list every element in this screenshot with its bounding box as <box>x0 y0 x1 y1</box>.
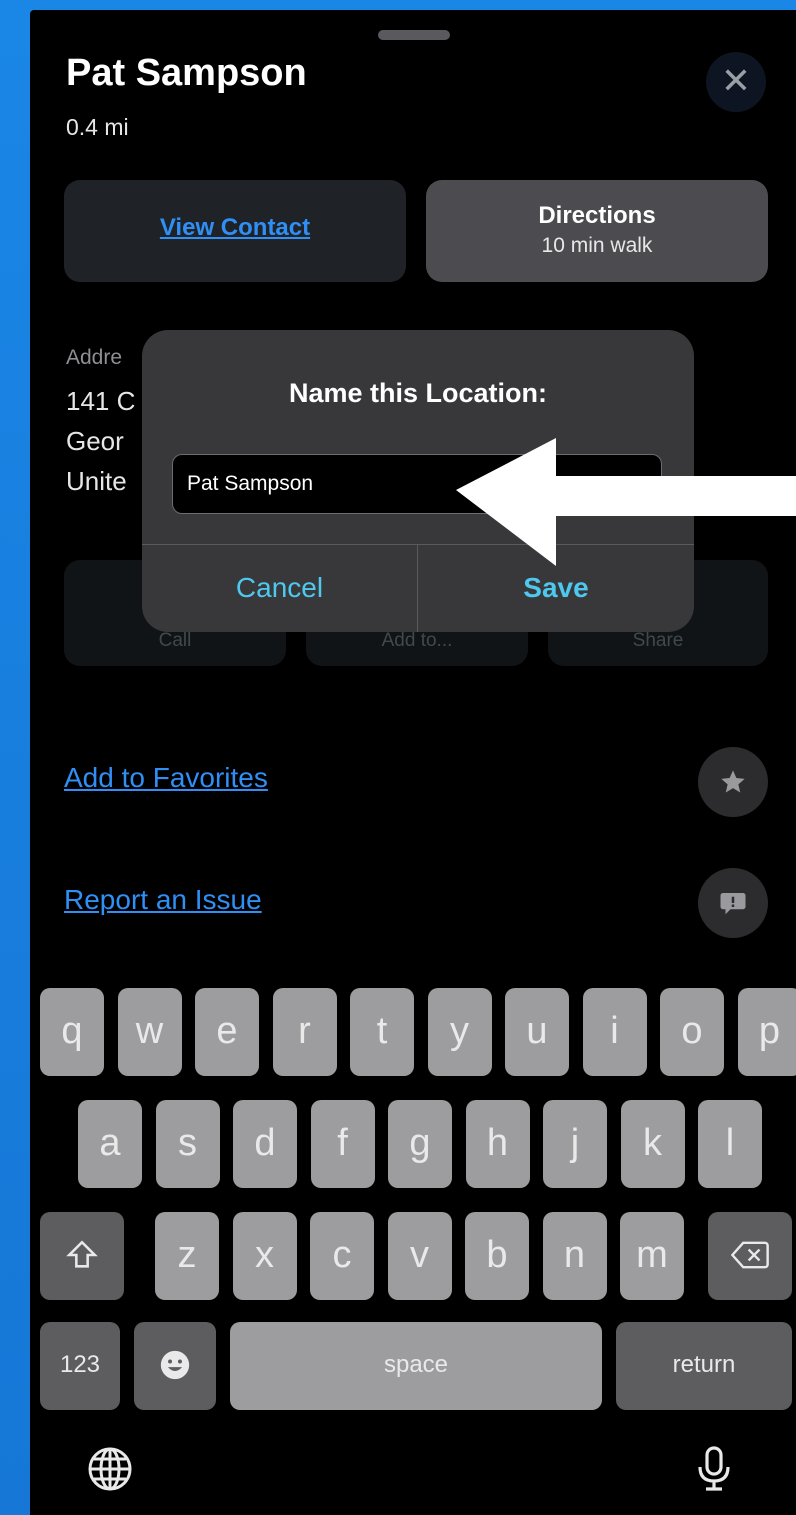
key-c[interactable]: c <box>310 1212 374 1300</box>
annotation-arrow-icon <box>456 438 796 566</box>
key-g[interactable]: g <box>388 1100 452 1188</box>
key-n[interactable]: n <box>542 1212 607 1300</box>
directions-eta: 10 min walk <box>541 234 653 257</box>
key-p[interactable]: p <box>737 988 796 1076</box>
key-i[interactable]: i <box>582 988 647 1076</box>
key-t[interactable]: t <box>350 988 414 1076</box>
address-line-1: 141 C <box>66 386 136 416</box>
sheet-grabber[interactable] <box>378 30 450 40</box>
key-f[interactable]: f <box>310 1100 375 1188</box>
key-w[interactable]: w <box>117 988 182 1076</box>
key-l[interactable]: l <box>698 1100 762 1188</box>
key-k[interactable]: k <box>620 1100 685 1188</box>
report-issue-link[interactable]: Report an Issue <box>64 884 262 916</box>
key-x[interactable]: x <box>232 1212 297 1300</box>
shift-key[interactable] <box>40 1212 124 1300</box>
dialog-title: Name this Location: <box>288 378 548 408</box>
report-issue-button[interactable] <box>698 868 768 938</box>
key-y[interactable]: y <box>427 988 492 1076</box>
close-button[interactable]: ✕ <box>706 52 766 112</box>
key-b[interactable]: b <box>465 1212 529 1300</box>
key-v[interactable]: v <box>387 1212 452 1300</box>
key-o[interactable]: o <box>660 988 724 1076</box>
emoji-icon <box>160 1350 190 1380</box>
key-j[interactable]: j <box>543 1100 607 1188</box>
globe-icon[interactable] <box>86 1445 134 1493</box>
key-d[interactable]: d <box>233 1100 297 1188</box>
close-icon: ✕ <box>720 60 752 101</box>
shift-icon <box>66 1240 98 1268</box>
key-u[interactable]: u <box>505 988 569 1076</box>
numbers-key[interactable]: 123 <box>40 1322 120 1410</box>
key-s[interactable]: s <box>155 1100 220 1188</box>
share-label: Share <box>632 630 684 651</box>
place-title: Pat Sampson <box>66 52 307 94</box>
add-to-favorites-link[interactable]: Add to Favorites <box>64 762 268 794</box>
key-r[interactable]: r <box>272 988 337 1076</box>
return-key[interactable]: return <box>616 1322 792 1410</box>
directions-label: Directions <box>538 202 656 229</box>
microphone-icon[interactable] <box>694 1445 734 1493</box>
view-contact-button[interactable]: View Contact <box>64 180 406 282</box>
exclamation-bubble-icon <box>720 893 746 915</box>
cancel-button[interactable]: Cancel <box>142 544 417 632</box>
space-key[interactable]: space <box>230 1322 602 1410</box>
address-line-2: Geor <box>66 426 124 456</box>
key-a[interactable]: a <box>78 1100 142 1188</box>
call-label: Call <box>158 630 192 651</box>
key-m[interactable]: m <box>620 1212 684 1300</box>
key-q[interactable]: q <box>40 988 104 1076</box>
place-distance: 0.4 mi <box>66 114 129 140</box>
star-icon <box>721 770 745 793</box>
key-z[interactable]: z <box>155 1212 219 1300</box>
address-line-3: Unite <box>66 466 127 496</box>
key-h[interactable]: h <box>465 1100 530 1188</box>
directions-button[interactable]: Directions 10 min walk <box>426 180 768 282</box>
view-contact-label: View Contact <box>159 214 311 241</box>
backspace-key[interactable] <box>708 1212 792 1300</box>
address-label: Addre <box>66 346 123 369</box>
add-to-label: Add to... <box>381 630 453 651</box>
key-e[interactable]: e <box>195 988 259 1076</box>
emoji-key[interactable] <box>134 1322 216 1410</box>
favorite-star-button[interactable] <box>698 747 768 817</box>
backspace-icon <box>730 1241 769 1269</box>
